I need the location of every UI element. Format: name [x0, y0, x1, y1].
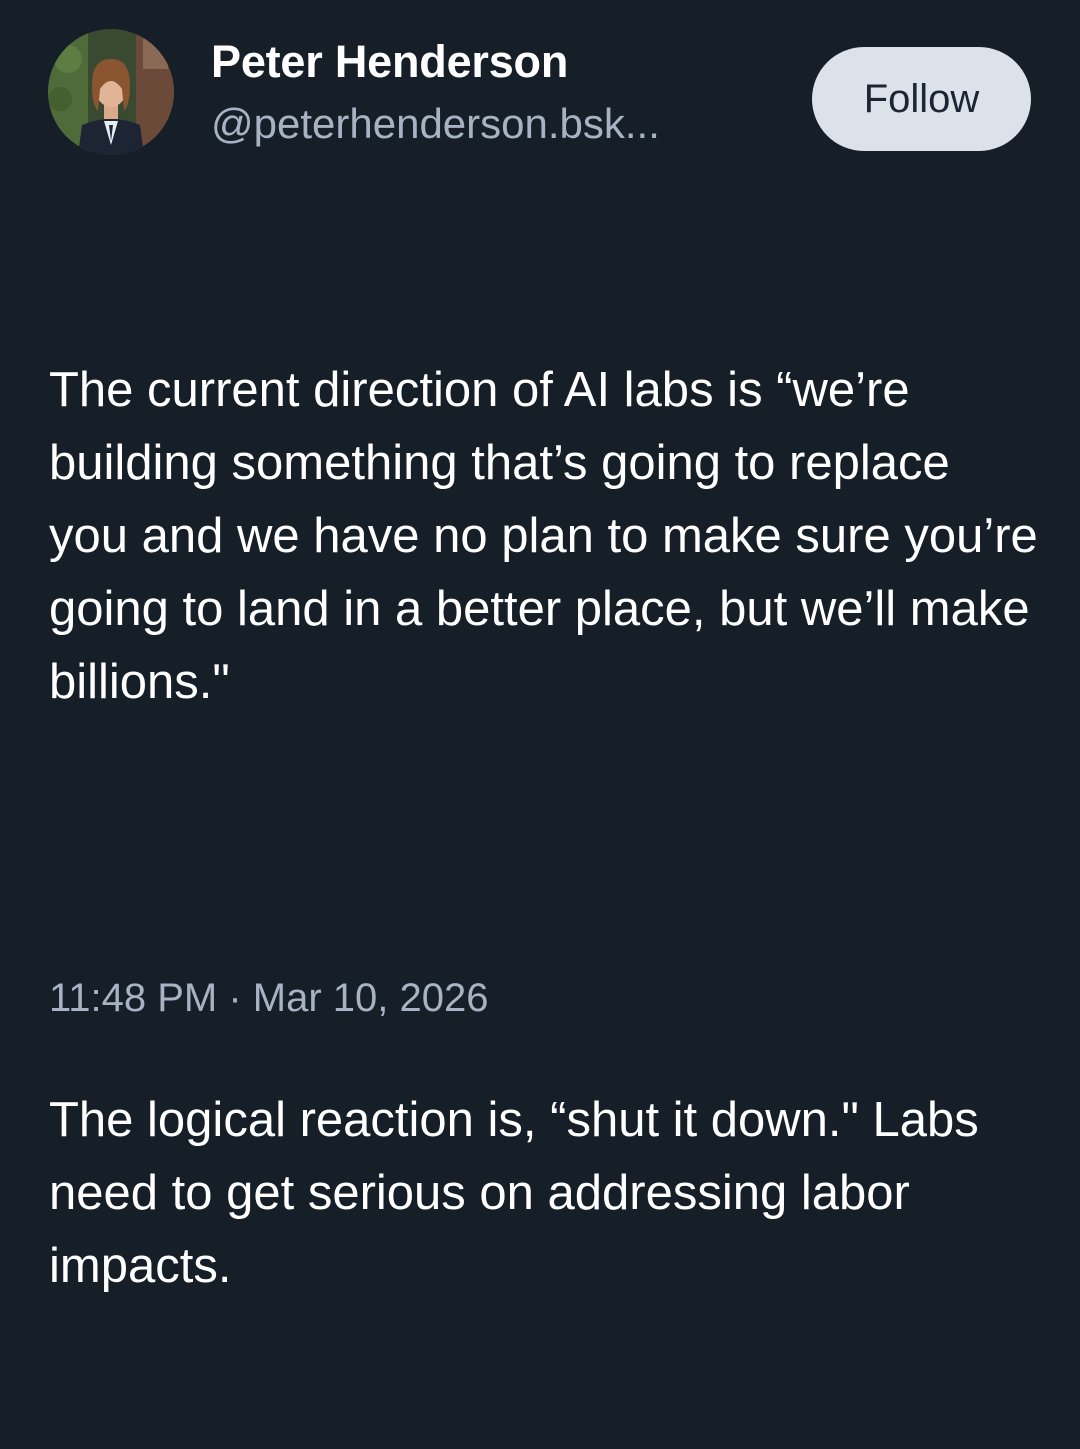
post-card: Peter Henderson @peterhenderson.bsk... F…: [0, 0, 1080, 1293]
post-text: The current direction of AI labs is “we’…: [49, 208, 1039, 1449]
post-paragraph: The logical reaction is, “shut it down."…: [49, 1093, 993, 1293]
profile-photo-image: [48, 29, 174, 155]
follow-button[interactable]: Follow: [812, 47, 1031, 151]
avatar[interactable]: [48, 29, 174, 155]
post-timestamp[interactable]: 11:48 PM · Mar 10, 2026: [49, 976, 489, 1021]
post-paragraph: The current direction of AI labs is “we’…: [49, 363, 1052, 709]
author-handle[interactable]: @peterhenderson.bsk...: [211, 100, 781, 148]
author-display-name[interactable]: Peter Henderson: [211, 36, 568, 88]
